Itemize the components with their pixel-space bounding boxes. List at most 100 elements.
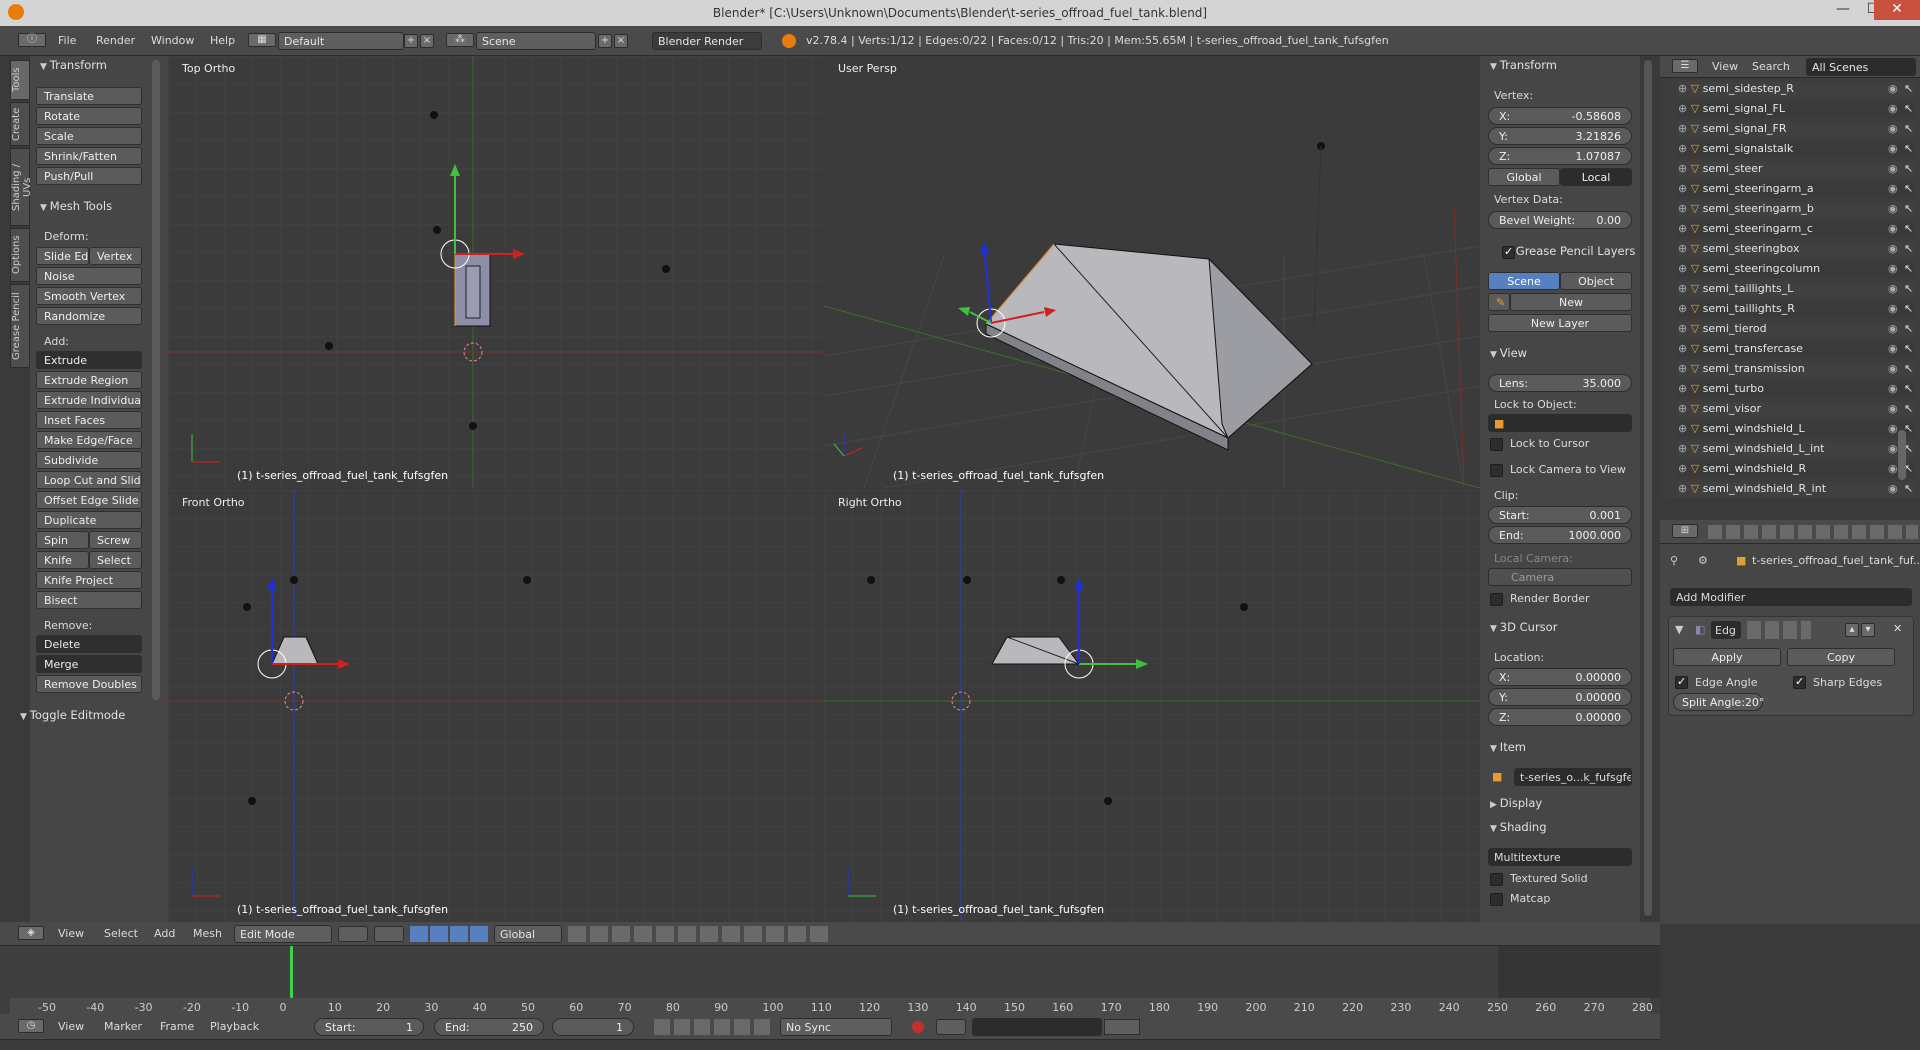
viewport-right-ortho[interactable]: Right Ortho (1) t-series_offroad_fuel_ta… [824, 490, 1480, 922]
menu-window[interactable]: Window [151, 34, 194, 47]
restrict-select-icon[interactable]: ↖ [1904, 242, 1913, 255]
restrict-view-icon[interactable]: ◉ [1888, 202, 1898, 215]
restrict-view-icon[interactable]: ◉ [1888, 82, 1898, 95]
inset-faces-button[interactable]: Inset Faces [36, 411, 142, 429]
properties-scrollbar[interactable] [1644, 60, 1652, 916]
lock-to-cursor-checkbox[interactable] [1490, 438, 1503, 451]
cursor-x-field[interactable]: X: 0.00000 [1488, 668, 1632, 686]
restrict-view-icon[interactable]: ◉ [1888, 482, 1898, 495]
view3d-menu-add[interactable]: Add [154, 927, 175, 940]
restrict-view-icon[interactable]: ◉ [1888, 222, 1898, 235]
vertex-y-field[interactable]: Y: 3.21826 [1488, 127, 1632, 145]
matcap-checkbox[interactable] [1490, 893, 1503, 906]
restrict-select-icon[interactable]: ↖ [1904, 482, 1913, 495]
restrict-view-icon[interactable]: ◉ [1888, 362, 1898, 375]
grease-scene-toggle[interactable]: Scene [1488, 272, 1560, 290]
restrict-view-icon[interactable]: ◉ [1888, 422, 1898, 435]
outliner-item[interactable]: ⊕ ▽ semi_sidestep_R◉↖▣ [1678, 82, 1914, 98]
outliner-expand-icon[interactable]: ⊕ [1678, 242, 1687, 255]
restrict-select-icon[interactable]: ↖ [1904, 282, 1913, 295]
transform-props-header[interactable]: Transform [1490, 58, 1557, 72]
clip-end-field[interactable]: End: 1000.000 [1488, 526, 1632, 544]
view3d-menu-mesh[interactable]: Mesh [193, 927, 222, 940]
view3d-menu-view[interactable]: View [58, 927, 84, 940]
outliner-expand-icon[interactable]: ⊕ [1678, 482, 1687, 495]
tool-shelf-scrollbar[interactable] [152, 60, 160, 700]
cursor-y-field[interactable]: Y: 0.00000 [1488, 688, 1632, 706]
outliner-expand-icon[interactable]: ⊕ [1678, 182, 1687, 195]
tab-grease-pencil[interactable]: Grease Pencil [10, 284, 30, 368]
viewport-shading-select[interactable] [338, 926, 368, 942]
outliner-expand-icon[interactable]: ⊕ [1678, 82, 1687, 95]
editor-type-icon[interactable]: ⓘ [18, 33, 46, 47]
outliner-item[interactable]: ⊕ ▽ semi_steeringarm_b◉↖▣ [1678, 202, 1914, 218]
restrict-view-icon[interactable]: ◉ [1888, 382, 1898, 395]
grease-object-toggle[interactable]: Object [1560, 272, 1632, 290]
outliner-expand-icon[interactable]: ⊕ [1678, 122, 1687, 135]
restrict-view-icon[interactable]: ◉ [1888, 282, 1898, 295]
restrict-view-icon[interactable]: ◉ [1888, 342, 1898, 355]
restrict-select-icon[interactable]: ↖ [1904, 302, 1913, 315]
outliner-expand-icon[interactable]: ⊕ [1678, 322, 1687, 335]
timeline-menu-playback[interactable]: Playback [210, 1020, 259, 1033]
loop-cut-button[interactable]: Loop Cut and Slide [36, 471, 142, 489]
timeline-menu-frame[interactable]: Frame [160, 1020, 194, 1033]
minimize-button[interactable]: — [1828, 0, 1858, 20]
restrict-view-icon[interactable]: ◉ [1888, 442, 1898, 455]
spin-button[interactable]: Spin [36, 531, 89, 549]
outliner-expand-icon[interactable]: ⊕ [1678, 262, 1687, 275]
outliner-item[interactable]: ⊕ ▽ semi_steeringbox◉↖▣ [1678, 242, 1914, 258]
tab-tools[interactable]: Tools [10, 60, 30, 100]
outliner-item[interactable]: ⊕ ▽ semi_tierod◉↖▣ [1678, 322, 1914, 338]
playback-controls[interactable] [654, 1019, 774, 1035]
item-name-field[interactable]: t-series_o...k_fufsgfen [1514, 768, 1632, 786]
layout-grid-icon[interactable]: ▦ [248, 33, 276, 47]
make-edge-face-button[interactable]: Make Edge/Face [36, 431, 142, 449]
slide-edge-button[interactable]: Slide Ed [36, 247, 89, 265]
outliner-item[interactable]: ⊕ ▽ semi_windshield_L_int◉↖▣ [1678, 442, 1914, 458]
local-camera-field[interactable]: Camera [1488, 568, 1632, 586]
outliner-expand-icon[interactable]: ⊕ [1678, 142, 1687, 155]
mesh-tools-header[interactable]: Mesh Tools [40, 199, 112, 213]
bevel-weight-field[interactable]: Bevel Weight: 0.00 [1488, 211, 1632, 229]
view-props-header[interactable]: View [1490, 346, 1527, 360]
shading-header[interactable]: Shading [1490, 820, 1547, 834]
close-button[interactable]: ✕ [1874, 0, 1920, 20]
render-engine-select[interactable]: Blender Render [652, 32, 762, 50]
view3d-editor-icon[interactable]: ◈ [18, 926, 44, 940]
outliner-menu-view[interactable]: View [1712, 60, 1738, 73]
outliner-item[interactable]: ⊕ ▽ semi_signalstalk◉↖▣ [1678, 142, 1914, 158]
outliner-scrollbar[interactable] [1898, 430, 1906, 480]
restrict-select-icon[interactable]: ↖ [1904, 402, 1913, 415]
outliner-item[interactable]: ⊕ ▽ semi_transmission◉↖▣ [1678, 362, 1914, 378]
lens-field[interactable]: Lens: 35.000 [1488, 374, 1632, 392]
outliner-item[interactable]: ⊕ ▽ semi_steeringarm_a◉↖▣ [1678, 182, 1914, 198]
outliner-menu-search[interactable]: Search [1752, 60, 1790, 73]
outliner-item[interactable]: ⊕ ▽ semi_turbo◉↖▣ [1678, 382, 1914, 398]
add-modifier-select[interactable]: Add Modifier [1670, 588, 1912, 606]
outliner-item[interactable]: ⊕ ▽ semi_visor◉↖▣ [1678, 402, 1914, 418]
item-header[interactable]: Item [1490, 740, 1526, 754]
outliner-expand-icon[interactable]: ⊕ [1678, 202, 1687, 215]
modifier-collapse-icon[interactable]: ▼ [1675, 623, 1683, 636]
restrict-select-icon[interactable]: ↖ [1904, 222, 1913, 235]
view3d-toolbar-icons[interactable] [568, 926, 828, 942]
restrict-view-icon[interactable]: ◉ [1888, 122, 1898, 135]
split-angle-field[interactable]: Split Angle:20° [1673, 693, 1764, 711]
vertex-z-field[interactable]: Z: 1.07087 [1488, 147, 1632, 165]
outliner-expand-icon[interactable]: ⊕ [1678, 442, 1687, 455]
outliner-item[interactable]: ⊕ ▽ semi_taillights_R◉↖▣ [1678, 302, 1914, 318]
restrict-select-icon[interactable]: ↖ [1904, 262, 1913, 275]
restrict-select-icon[interactable]: ↖ [1904, 162, 1913, 175]
knife-select-button[interactable]: Select [89, 551, 142, 569]
outliner-item[interactable]: ⊕ ▽ semi_transfercase◉↖▣ [1678, 342, 1914, 358]
transform-orientation-select[interactable]: Global [494, 925, 562, 943]
restrict-select-icon[interactable]: ↖ [1904, 82, 1913, 95]
outliner-expand-icon[interactable]: ⊕ [1678, 402, 1687, 415]
outliner-editor-icon[interactable]: ☰ [1672, 59, 1698, 73]
subdivide-button[interactable]: Subdivide [36, 451, 142, 469]
vertex-x-field[interactable]: X: -0.58608 [1488, 107, 1632, 125]
outliner-expand-icon[interactable]: ⊕ [1678, 382, 1687, 395]
restrict-select-icon[interactable]: ↖ [1904, 202, 1913, 215]
rotate-button[interactable]: Rotate [36, 107, 142, 125]
